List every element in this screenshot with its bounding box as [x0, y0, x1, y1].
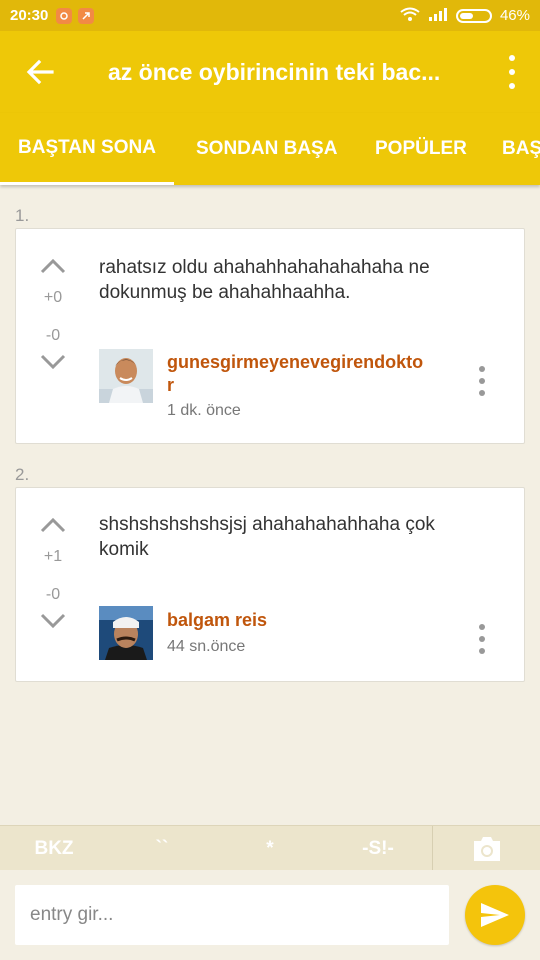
- battery-percent: 46%: [499, 7, 530, 24]
- page-title: az önce oybirincinin teki bac...: [108, 58, 441, 85]
- upvote-button[interactable]: [38, 251, 68, 281]
- downvote-button[interactable]: [38, 606, 68, 636]
- spoiler-button[interactable]: -S!-: [324, 826, 432, 871]
- backtick-button[interactable]: ``: [108, 826, 216, 871]
- entry-time: 44 sn.önce: [167, 638, 246, 655]
- format-toolbar: BKZ `` * -S!-: [0, 825, 540, 871]
- entry-menu-button[interactable]: [477, 624, 487, 654]
- send-icon: [481, 903, 509, 927]
- asterisk-button[interactable]: *: [216, 826, 324, 871]
- upvote-button[interactable]: [38, 510, 68, 540]
- entry-menu-button[interactable]: [477, 366, 487, 396]
- author-link[interactable]: balgam reis: [167, 609, 427, 632]
- downvote-count: -0: [45, 586, 61, 603]
- send-button[interactable]: [465, 885, 525, 945]
- chevron-up-icon: [40, 517, 66, 533]
- input-bar: [0, 870, 540, 960]
- tab-bas[interactable]: BAŞ: [502, 113, 540, 185]
- entry-text: shshshshshshsjsj ahahahahahhaha çok komi…: [99, 514, 435, 560]
- wifi-icon: [400, 7, 420, 25]
- tab-sondan-basa[interactable]: SONDAN BAŞA: [196, 113, 337, 185]
- entry-card: +1 -0 shshshshshshsjsj ahahahahahhaha ço…: [15, 487, 525, 682]
- entry-number: 2.: [15, 465, 30, 484]
- camera-icon: [473, 836, 500, 861]
- tab-populer[interactable]: POPÜLER: [375, 113, 467, 185]
- tab-bastan-sona[interactable]: BAŞTAN SONA: [0, 113, 174, 185]
- back-button[interactable]: [0, 31, 80, 113]
- entry-number: 1.: [15, 206, 30, 225]
- chevron-down-icon: [40, 613, 66, 629]
- camera-button[interactable]: [433, 826, 540, 871]
- entry-input[interactable]: [15, 885, 449, 945]
- avatar[interactable]: [99, 349, 153, 403]
- arrow-left-icon: [26, 59, 54, 85]
- entry-card: +0 -0 rahatsız oldu ahahahhahahahahaha n…: [15, 228, 525, 444]
- notification-icon: [56, 7, 73, 24]
- bkz-button[interactable]: BKZ: [0, 826, 108, 871]
- entry-time: 1 dk. önce: [167, 402, 241, 419]
- sort-tabs: BAŞTAN SONA SONDAN BAŞA POPÜLER BAŞ: [0, 113, 540, 185]
- entry-text: rahatsız oldu ahahahhahahahahaha ne doku…: [99, 257, 430, 303]
- avatar[interactable]: [99, 606, 153, 660]
- chevron-up-icon: [40, 258, 66, 274]
- downvote-count: -0: [45, 327, 61, 344]
- notification-icon-2: [78, 7, 95, 24]
- upvote-count: +1: [43, 548, 63, 565]
- status-time: 20:30: [10, 7, 49, 24]
- overflow-menu-button[interactable]: [502, 55, 522, 89]
- signal-icon: [428, 7, 448, 25]
- upvote-count: +0: [43, 289, 63, 306]
- status-bar: 20:30 46%: [0, 0, 540, 31]
- author-link[interactable]: gunesgirmeyenevegirendoktor: [167, 351, 427, 397]
- chevron-down-icon: [40, 354, 66, 370]
- battery-icon: [455, 8, 492, 23]
- app-bar: az önce oybirincinin teki bac...: [0, 31, 540, 113]
- downvote-button[interactable]: [38, 347, 68, 377]
